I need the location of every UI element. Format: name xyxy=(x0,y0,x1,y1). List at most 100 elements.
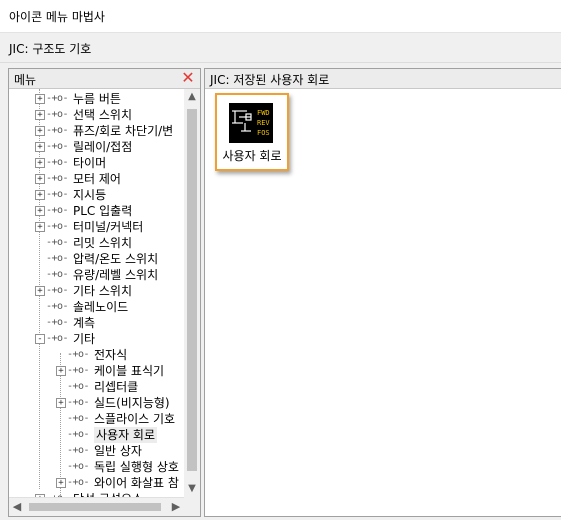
circuit-tile[interactable]: FWD REV FOS 사용자 회로 xyxy=(215,93,289,171)
tree-item-label: 독립 실행형 상호 xyxy=(94,460,179,474)
tree-connector-icon: -+o- xyxy=(46,109,69,120)
tree-connector-icon: -+o- xyxy=(46,269,69,280)
tree-connector-icon: -+o- xyxy=(67,477,90,488)
tree-item[interactable]: + -+o- 실드(비지능형) xyxy=(9,395,184,411)
horizontal-scrollbar[interactable]: ◀ ▶ xyxy=(9,497,184,516)
expand-icon[interactable]: + xyxy=(35,94,45,104)
tree-item-label: 터미널/커넥터 xyxy=(73,220,144,234)
vertical-scrollbar[interactable]: ▲ ▼ xyxy=(184,89,200,497)
page-subtitle: JIC: 구조도 기호 xyxy=(9,42,92,56)
expand-icon[interactable]: + xyxy=(35,158,45,168)
circuit-icon-text-2: REV xyxy=(257,119,270,127)
scroll-down-icon[interactable]: ▼ xyxy=(184,481,200,497)
tree-item[interactable]: -+o- 리밋 스위치 xyxy=(9,235,184,251)
tree-connector-icon: -+o- xyxy=(46,237,69,248)
tree-item[interactable]: -+o- 사용자 회로 xyxy=(9,427,184,443)
saved-circuits-panel: JIC: 저장된 사용자 회로 FWD REV FOS 사용자 회로 xyxy=(204,68,561,517)
tree-item-label: 솔레노이드 xyxy=(73,300,129,314)
vertical-scroll-thumb[interactable] xyxy=(187,109,197,471)
tree-item[interactable]: -+o- 리셉터클 xyxy=(9,379,184,395)
tree-item[interactable]: + -+o- 타이머 xyxy=(9,155,184,171)
tree-connector-icon: -+o- xyxy=(67,413,90,424)
tree-item[interactable]: + -+o- 기타 스위치 xyxy=(9,283,184,299)
tree-item[interactable]: - -+o- 기타 xyxy=(9,331,184,347)
expand-icon[interactable]: + xyxy=(56,478,66,488)
tree-item[interactable]: -+o- 압력/온도 스위치 xyxy=(9,251,184,267)
divider xyxy=(0,62,561,63)
tree-item[interactable]: + -+o- 케이블 표식기 xyxy=(9,363,184,379)
tree-connector-icon: -+o- xyxy=(46,253,69,264)
user-circuit-icon: FWD REV FOS xyxy=(229,103,273,143)
tree-connector-icon: -+o- xyxy=(46,173,69,184)
tree-connector-icon: -+o- xyxy=(67,445,90,456)
tree-connector-icon: -+o- xyxy=(46,205,69,216)
expand-icon[interactable]: + xyxy=(35,206,45,216)
tree-item[interactable]: -+o- 계측 xyxy=(9,315,184,331)
tree-item-label: 일반 상자 xyxy=(94,444,142,458)
window-title: 아이콘 메뉴 마법사 xyxy=(9,10,105,24)
tree-connector-icon: -+o- xyxy=(46,333,69,344)
scroll-left-icon[interactable]: ◀ xyxy=(9,498,25,516)
tree-connector-icon: -+o- xyxy=(46,317,69,328)
menu-panel-header: 메뉴 ✕ xyxy=(9,69,200,89)
tree-connector-icon: -+o- xyxy=(67,429,90,440)
circuit-icon-text-1: FWD xyxy=(257,109,270,117)
scrollbar-corner xyxy=(184,497,200,516)
close-icon[interactable]: ✕ xyxy=(180,70,196,86)
tree-connector-icon: -+o- xyxy=(67,461,90,472)
tree-connector-icon: -+o- xyxy=(46,157,69,168)
tree-item[interactable]: + -+o- 릴레이/접점 xyxy=(9,139,184,155)
menu-tree: + -+o- 누름 버튼 + -+o- 선택 스위치 + -+o- 퓨즈/회로 차단기/변 + -+… xyxy=(9,89,184,497)
tree-item-label: 케이블 표식기 xyxy=(94,364,165,378)
tree-item-label: 전자식 xyxy=(94,348,128,362)
tree-item[interactable]: + -+o- 퓨즈/회로 차단기/변 xyxy=(9,123,184,139)
tree-item[interactable]: + -+o- 와이어 화살표 참 xyxy=(9,475,184,491)
tree-item[interactable]: + -+o- 터미널/커넥터 xyxy=(9,219,184,235)
tree-item-label: 기타 xyxy=(73,332,96,346)
scroll-up-icon[interactable]: ▲ xyxy=(184,89,200,105)
tree-item[interactable]: -+o- 유량/레벨 스위치 xyxy=(9,267,184,283)
tree-item-label: 계측 xyxy=(73,316,96,330)
menu-panel-title: 메뉴 xyxy=(14,73,37,87)
tree-item-label: 릴레이/접점 xyxy=(73,140,133,154)
tree-connector-icon: -+o- xyxy=(67,381,90,392)
scroll-right-icon[interactable]: ▶ xyxy=(168,498,184,516)
tree-item[interactable]: + -+o- 선택 스위치 xyxy=(9,107,184,123)
expand-icon[interactable]: + xyxy=(35,190,45,200)
expand-icon[interactable]: + xyxy=(35,174,45,184)
tree-item-label: 모터 제어 xyxy=(73,172,121,186)
tree-connector-icon: -+o- xyxy=(46,125,69,136)
tree-item-label: 누름 버튼 xyxy=(73,92,121,106)
circuit-icon-text-3: FOS xyxy=(257,129,270,137)
expand-icon[interactable]: + xyxy=(35,222,45,232)
tree-item[interactable]: + -+o- PLC 입출력 xyxy=(9,203,184,219)
tree-item[interactable]: -+o- 솔레노이드 xyxy=(9,299,184,315)
tree-item[interactable]: + -+o- 지시등 xyxy=(9,187,184,203)
tree-item-label: 리밋 스위치 xyxy=(73,236,133,250)
tree-item-label: 지시등 xyxy=(73,188,107,202)
saved-circuits-header: JIC: 저장된 사용자 회로 xyxy=(205,69,561,89)
tree-item-label: 리셉터클 xyxy=(94,380,139,394)
tree-connector-icon: -+o- xyxy=(46,301,69,312)
expand-icon[interactable]: + xyxy=(35,286,45,296)
tree-item[interactable]: -+o- 일반 상자 xyxy=(9,443,184,459)
expand-icon[interactable]: + xyxy=(35,126,45,136)
tree-item-label: 실드(비지능형) xyxy=(94,396,170,410)
saved-circuits-title: JIC: 저장된 사용자 회로 xyxy=(210,73,330,87)
collapse-icon[interactable]: - xyxy=(35,334,45,344)
horizontal-scroll-thumb[interactable] xyxy=(29,503,161,511)
expand-icon[interactable]: + xyxy=(56,398,66,408)
tree-connector-icon: -+o- xyxy=(67,349,90,360)
tree-item[interactable]: -+o- 전자식 xyxy=(9,347,184,363)
tree-item[interactable]: + -+o- 누름 버튼 xyxy=(9,91,184,107)
tree-item-label: 스플라이스 기호 xyxy=(94,412,176,426)
tree-connector-icon: -+o- xyxy=(67,365,90,376)
menu-panel: 메뉴 ✕ + -+o- 누름 버튼 + -+o- 선택 스위치 + -+o- 퓨즈/회로 차단기… xyxy=(8,68,201,517)
expand-icon[interactable]: + xyxy=(56,366,66,376)
expand-icon[interactable]: + xyxy=(35,110,45,120)
tree-item[interactable]: -+o- 스플라이스 기호 xyxy=(9,411,184,427)
tree-item[interactable]: -+o- 독립 실행형 상호 xyxy=(9,459,184,475)
expand-icon[interactable]: + xyxy=(35,142,45,152)
tree-item-label: 사용자 회로 xyxy=(94,427,158,443)
tree-item[interactable]: + -+o- 모터 제어 xyxy=(9,171,184,187)
